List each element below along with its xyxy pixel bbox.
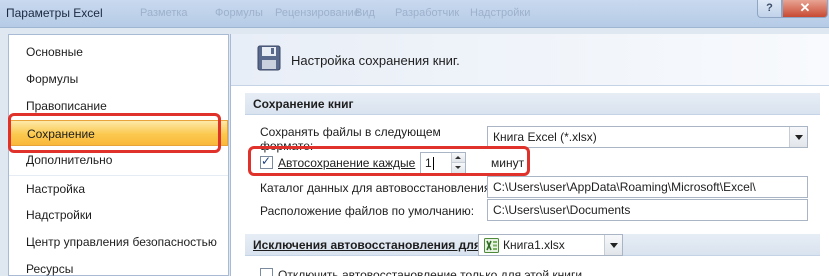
options-sidebar: Основные Формулы Правописание Сохранение… bbox=[8, 34, 229, 276]
sidebar-item-general[interactable]: Основные bbox=[9, 39, 228, 65]
chevron-down-icon[interactable] bbox=[789, 127, 807, 147]
save-format-dropdown[interactable]: Книга Excel (*.xlsx) bbox=[487, 126, 808, 148]
floppy-disk-icon bbox=[257, 45, 281, 71]
section-header-save: Сохранение книг bbox=[245, 93, 820, 115]
background-ribbon-text: Надстройки bbox=[470, 7, 531, 19]
exceptions-workbook-dropdown[interactable]: Книга1.xlsx bbox=[478, 234, 623, 256]
background-ribbon-text: Разметка bbox=[140, 7, 188, 19]
disable-autorecover-label: Отключить автовосстановление только для … bbox=[278, 268, 583, 276]
title-bar: Параметры Excel Разметка Формулы Рецензи… bbox=[0, 0, 829, 28]
exceptions-workbook-value: Книга1.xlsx bbox=[503, 238, 565, 252]
panel-header: Настройка сохранения книг. bbox=[231, 34, 829, 86]
exceptions-title: Исключения автовосстановления для: bbox=[253, 238, 485, 252]
default-location-label: Расположение файлов по умолчанию: bbox=[260, 204, 475, 218]
page-title: Настройка сохранения книг. bbox=[291, 53, 460, 68]
excel-workbook-icon bbox=[484, 238, 499, 253]
sidebar-item-trust-center[interactable]: Центр управления безопасностью bbox=[9, 229, 228, 255]
chevron-down-icon[interactable] bbox=[604, 235, 622, 255]
sidebar-item-resources[interactable]: Ресурсы bbox=[9, 256, 228, 276]
highlight-box-autosave bbox=[248, 146, 530, 176]
help-icon: ? bbox=[766, 2, 773, 14]
default-location-value: C:\Users\user\Documents bbox=[493, 203, 631, 217]
sidebar-item-addins[interactable]: Надстройки bbox=[9, 202, 228, 228]
save-format-value: Книга Excel (*.xlsx) bbox=[493, 130, 597, 144]
window-title: Параметры Excel bbox=[6, 6, 103, 20]
close-icon: ✕ bbox=[799, 0, 811, 15]
help-button[interactable]: ? bbox=[757, 0, 782, 18]
sidebar-item-customize[interactable]: Настройка bbox=[9, 175, 228, 201]
background-ribbon-text: Формулы bbox=[215, 7, 263, 19]
background-ribbon-text: Разработчик bbox=[395, 7, 460, 19]
highlight-box-save bbox=[8, 113, 221, 153]
disable-autorecover-checkbox[interactable] bbox=[260, 268, 273, 276]
background-ribbon-text: Рецензирование bbox=[275, 7, 360, 19]
autorecover-path-field[interactable]: C:\Users\user\AppData\Roaming\Microsoft\… bbox=[487, 176, 808, 198]
background-ribbon-text: Вид bbox=[355, 7, 375, 19]
sidebar-item-formulas[interactable]: Формулы bbox=[9, 66, 228, 92]
default-location-field[interactable]: C:\Users\user\Documents bbox=[487, 199, 808, 221]
autorecover-path-value: C:\Users\user\AppData\Roaming\Microsoft\… bbox=[493, 180, 756, 194]
main-panel: Настройка сохранения книг. Сохранение кн… bbox=[230, 34, 829, 276]
autorecover-path-label: Каталог данных для автовосстановления: bbox=[260, 181, 494, 195]
close-button[interactable]: ✕ bbox=[782, 0, 828, 18]
